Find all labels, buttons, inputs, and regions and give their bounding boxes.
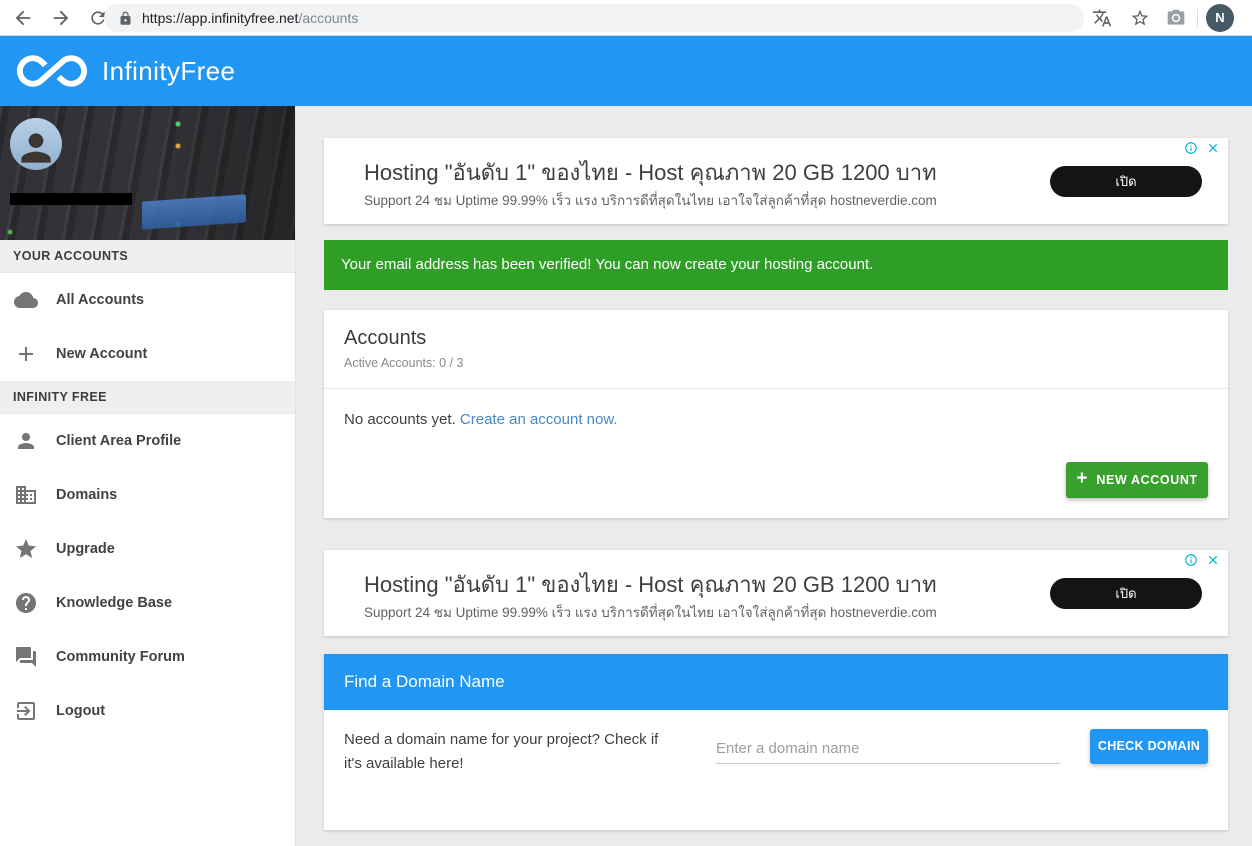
screen: https://app.infinityfree.net/accounts N … bbox=[0, 0, 1252, 846]
find-domain-card: Find a Domain Name Need a domain name fo… bbox=[324, 654, 1228, 830]
new-account-button[interactable]: + NEW ACCOUNT bbox=[1066, 462, 1208, 498]
camera-extension-icon[interactable] bbox=[1166, 8, 1186, 28]
domain-name-input[interactable] bbox=[716, 734, 1060, 764]
plus-icon: + bbox=[1076, 468, 1087, 490]
sidebar-item-logout[interactable]: Logout bbox=[0, 684, 295, 738]
lock-icon[interactable] bbox=[118, 11, 133, 26]
toolbar-divider bbox=[1197, 9, 1198, 27]
card-divider bbox=[324, 388, 1228, 389]
ad-close-icon[interactable] bbox=[1206, 141, 1220, 155]
forum-icon bbox=[14, 645, 38, 669]
ad-open-button[interactable]: เปิด bbox=[1050, 578, 1202, 609]
ad-subtitle: Support 24 ชม Uptime 99.99% เร็ว แรง บริ… bbox=[364, 601, 937, 623]
find-domain-description: Need a domain name for your project? Che… bbox=[344, 728, 679, 776]
ad-banner[interactable]: Hosting "อันดับ 1" ของไทย - Host คุณภาพ … bbox=[324, 138, 1228, 224]
sidebar-item-label: Client Area Profile bbox=[56, 433, 181, 449]
sidebar-item-label: Community Forum bbox=[56, 649, 185, 665]
app-header: InfinityFree bbox=[0, 36, 1252, 106]
help-icon bbox=[14, 591, 38, 615]
ad-open-button[interactable]: เปิด bbox=[1050, 166, 1202, 197]
sidebar-section-infinity-free: INFINITY FREE bbox=[0, 381, 295, 414]
sidebar-item-client-area-profile[interactable]: Client Area Profile bbox=[0, 414, 295, 468]
sidebar-item-label: Domains bbox=[56, 487, 117, 503]
sidebar-item-label: Upgrade bbox=[56, 541, 115, 557]
active-accounts-count: Active Accounts: 0 / 3 bbox=[344, 356, 464, 370]
star-icon bbox=[14, 537, 38, 561]
plus-icon bbox=[14, 342, 38, 366]
find-domain-card-title: Find a Domain Name bbox=[324, 654, 1228, 710]
server-lcd-decoration bbox=[142, 194, 246, 229]
domain-icon bbox=[14, 483, 38, 507]
ad-subtitle: Support 24 ชม Uptime 99.99% เร็ว แรง บริ… bbox=[364, 189, 937, 211]
sidebar-item-new-account[interactable]: New Account bbox=[0, 327, 295, 381]
brand-title: InfinityFree bbox=[102, 36, 235, 106]
empty-text: No accounts yet. bbox=[344, 411, 456, 428]
sidebar-item-upgrade[interactable]: Upgrade bbox=[0, 522, 295, 576]
sidebar-item-domains[interactable]: Domains bbox=[0, 468, 295, 522]
url-text: https://app.infinityfree.net/accounts bbox=[142, 4, 358, 32]
sidebar-item-community-forum[interactable]: Community Forum bbox=[0, 630, 295, 684]
accounts-card: Accounts Active Accounts: 0 / 3 No accou… bbox=[324, 310, 1228, 518]
forward-icon[interactable] bbox=[50, 7, 72, 29]
adchoices-info-icon[interactable] bbox=[1184, 553, 1198, 567]
user-avatar bbox=[10, 118, 62, 170]
back-icon[interactable] bbox=[12, 7, 34, 29]
cloud-icon bbox=[14, 288, 38, 312]
sidebar-item-label: All Accounts bbox=[56, 292, 144, 308]
url-bar[interactable]: https://app.infinityfree.net/accounts bbox=[104, 4, 1084, 32]
create-account-link[interactable]: Create an account now. bbox=[460, 411, 618, 428]
person-icon bbox=[14, 429, 38, 453]
ad-title: Hosting "อันดับ 1" ของไทย - Host คุณภาพ … bbox=[364, 155, 937, 190]
sidebar-section-your-accounts: YOUR ACCOUNTS bbox=[0, 240, 295, 273]
sidebar-profile bbox=[0, 106, 295, 240]
browser-profile-avatar[interactable]: N bbox=[1206, 4, 1234, 32]
url-path: /accounts bbox=[298, 10, 358, 26]
ad-choices bbox=[1184, 553, 1220, 567]
ad-close-icon[interactable] bbox=[1206, 553, 1220, 567]
translate-icon[interactable] bbox=[1092, 8, 1112, 28]
ad-title: Hosting "อันดับ 1" ของไทย - Host คุณภาพ … bbox=[364, 567, 937, 602]
new-account-button-label: NEW ACCOUNT bbox=[1096, 473, 1197, 487]
email-verified-alert: Your email address has been verified! Yo… bbox=[324, 240, 1228, 290]
sidebar-item-label: New Account bbox=[56, 346, 147, 362]
url-host: https://app.infinityfree.net bbox=[142, 10, 298, 26]
infinity-logo-icon bbox=[16, 36, 88, 106]
username-redaction-bar bbox=[10, 193, 132, 205]
browser-toolbar: https://app.infinityfree.net/accounts N bbox=[0, 0, 1252, 36]
logout-icon bbox=[14, 699, 38, 723]
ad-banner[interactable]: Hosting "อันดับ 1" ของไทย - Host คุณภาพ … bbox=[324, 550, 1228, 636]
no-accounts-text: No accounts yet. Create an account now. bbox=[344, 411, 618, 428]
sidebar-item-knowledge-base[interactable]: Knowledge Base bbox=[0, 576, 295, 630]
bookmark-star-icon[interactable] bbox=[1130, 8, 1150, 28]
adchoices-info-icon[interactable] bbox=[1184, 141, 1198, 155]
check-domain-button[interactable]: CHECK DOMAIN bbox=[1090, 729, 1208, 764]
sidebar: YOUR ACCOUNTS All Accounts New Account I… bbox=[0, 106, 296, 846]
sidebar-item-label: Logout bbox=[56, 703, 105, 719]
accounts-card-title: Accounts bbox=[344, 327, 426, 350]
sidebar-item-all-accounts[interactable]: All Accounts bbox=[0, 273, 295, 327]
ad-choices bbox=[1184, 141, 1220, 155]
sidebar-item-label: Knowledge Base bbox=[56, 595, 172, 611]
